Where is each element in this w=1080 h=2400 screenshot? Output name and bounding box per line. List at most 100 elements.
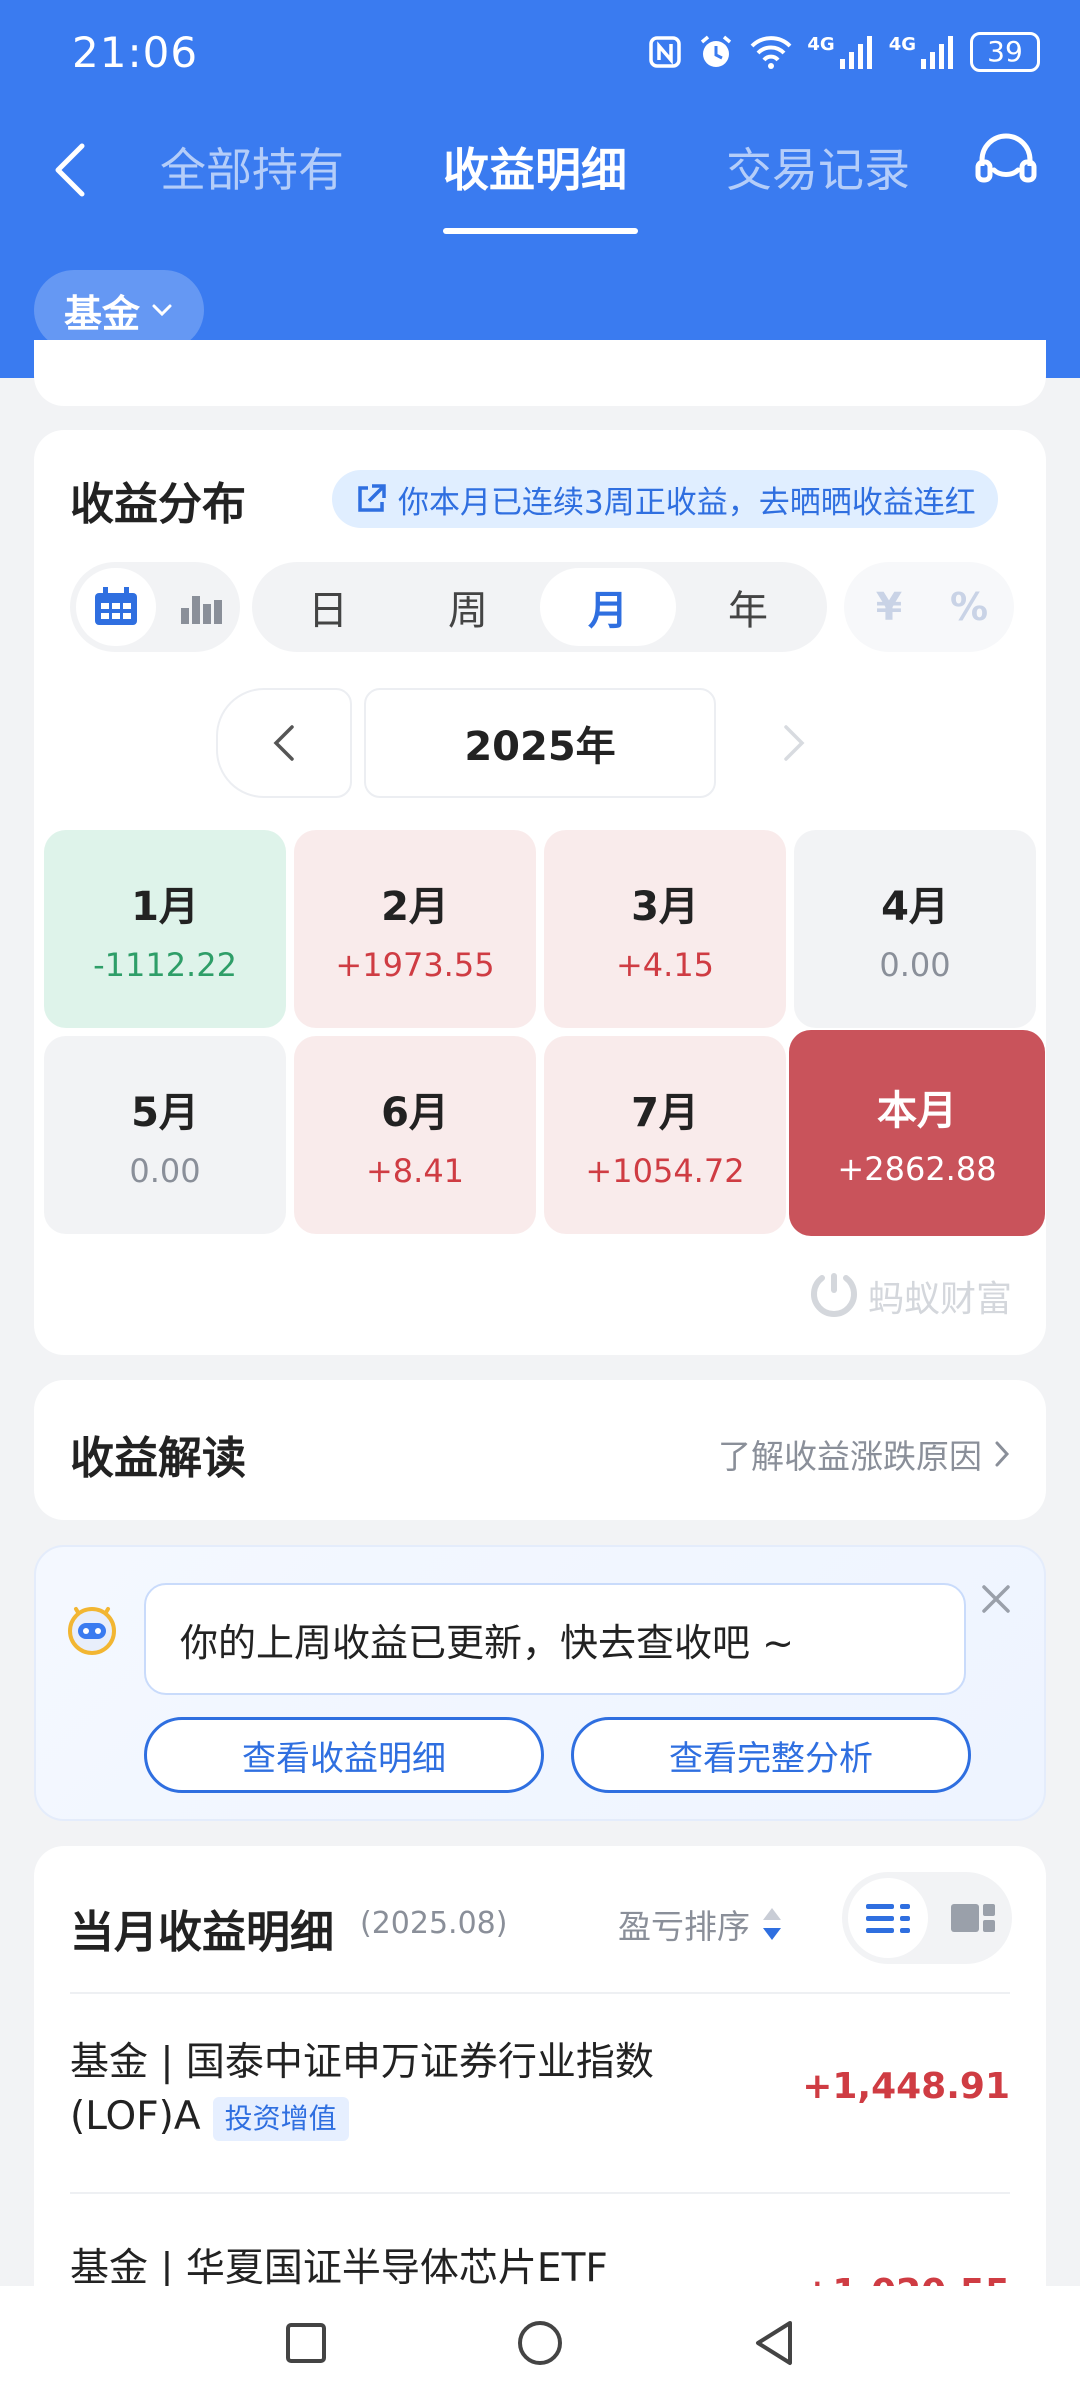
banner-text: 你本月已连续3周正收益，去晒晒收益连红 [398, 484, 976, 521]
status-bar: 21:06 4G 4G 39 [72, 28, 1040, 77]
distribution-title: 收益分布 [70, 479, 246, 530]
bar-chart-view-button[interactable] [166, 568, 236, 646]
holding-row[interactable]: 基金 | 国泰中证申万证券行业指数 (LOF)A 投资增值 +1,448.91 [70, 2036, 1010, 2144]
signal1-icon [839, 36, 872, 69]
month-cell[interactable]: 1月 -1112.22 [44, 830, 286, 1028]
unit-amount-button[interactable]: ¥ [850, 568, 928, 646]
chevron-down-icon [152, 304, 172, 317]
period-week[interactable]: 周 [400, 568, 536, 646]
month-value: 0.00 [879, 946, 951, 984]
interpretation-link[interactable]: 了解收益涨跌原因 [718, 1430, 1010, 1478]
monthly-detail-title: 当月收益明细 [70, 1907, 334, 1958]
earnings-distribution-card: 收益分布 你本月已连续3周正收益，去晒晒收益连红 日 周 月 年 ¥ % 202… [34, 430, 1046, 1355]
month-cell[interactable]: 7月 +1054.72 [544, 1036, 786, 1234]
status-icons: 4G 4G 39 [647, 32, 1040, 72]
card-view-icon [951, 1904, 995, 1932]
month-label: 6月 [381, 1090, 449, 1136]
calendar-view-button[interactable] [76, 568, 156, 646]
divider [70, 1992, 1010, 1994]
month-value: +8.41 [365, 1152, 465, 1190]
streak-share-banner[interactable]: 你本月已连续3周正收益，去晒晒收益连红 [332, 470, 998, 528]
month-value: -1112.22 [93, 946, 237, 984]
next-year-button[interactable] [726, 688, 862, 798]
network1-label: 4G [807, 33, 835, 55]
calendar-icon [95, 587, 137, 625]
notice-message: 你的上周收益已更新，快去查收吧 ~ [144, 1583, 966, 1695]
back-button[interactable] [40, 130, 100, 210]
month-label: 2月 [381, 884, 449, 930]
view-full-analysis-button[interactable]: 查看完整分析 [571, 1717, 971, 1793]
unit-percent-button[interactable]: % [930, 568, 1008, 646]
holding-name-line2-wrap: (LOF)A 投资增值 [70, 2090, 710, 2144]
customer-service-button[interactable] [970, 126, 1042, 198]
month-cell[interactable]: 6月 +8.41 [294, 1036, 536, 1234]
view-earnings-detail-button[interactable]: 查看收益明细 [144, 1717, 544, 1793]
period-day[interactable]: 日 [260, 568, 396, 646]
chevron-right-icon [784, 725, 805, 761]
period-selector: 日 周 月 年 [252, 562, 827, 652]
month-value: +2862.88 [837, 1150, 997, 1188]
back-triangle-icon[interactable] [752, 2319, 796, 2367]
month-cell[interactable]: 3月 +4.15 [544, 830, 786, 1028]
month-cell[interactable]: 5月 0.00 [44, 1036, 286, 1234]
period-year[interactable]: 年 [680, 568, 816, 646]
nfc-icon [649, 36, 682, 68]
summary-card-edge [34, 340, 1046, 406]
signal2-icon [921, 36, 953, 69]
tab-earnings-detail[interactable]: 收益明细 [443, 134, 627, 200]
robot-mascot-icon [68, 1607, 116, 1655]
filter-label: 基金 [64, 291, 141, 336]
top-nav: 全部持有 收益明细 交易记录 [0, 120, 1080, 240]
month-cell[interactable]: 4月 0.00 [794, 830, 1036, 1028]
month-label: 3月 [631, 884, 699, 930]
interpretation-title: 收益解读 [70, 1433, 246, 1484]
month-label: 本月 [877, 1088, 957, 1134]
bar-chart-icon [181, 596, 222, 624]
wifi-icon [750, 36, 792, 69]
month-value: +1973.55 [335, 946, 495, 984]
back-arrow-icon [55, 143, 85, 197]
tab-all-holdings[interactable]: 全部持有 [160, 134, 344, 200]
chevron-right-icon [995, 1441, 1010, 1467]
month-value: 0.00 [129, 1152, 201, 1190]
home-icon[interactable] [516, 2319, 564, 2367]
card-view-button[interactable] [938, 1878, 1008, 1958]
list-icon [866, 1904, 910, 1933]
system-navigation-bar [0, 2286, 1080, 2400]
watermark-text: 蚂蚁财富 [867, 1279, 1012, 1320]
weekly-update-notice: 你的上周收益已更新，快去查收吧 ~ 查看收益明细 查看完整分析 [34, 1545, 1046, 1821]
list-layout-toggle [842, 1872, 1012, 1964]
month-value: +1054.72 [585, 1152, 745, 1190]
holding-earnings: +1,448.91 [802, 2066, 1010, 2107]
holding-name-line2: (LOF)A [70, 2094, 201, 2139]
view-mode-toggle [70, 562, 240, 652]
month-label: 4月 [881, 884, 949, 930]
tab-transactions[interactable]: 交易记录 [726, 134, 910, 200]
recent-apps-icon[interactable] [284, 2321, 328, 2365]
chevron-left-icon [273, 725, 294, 761]
divider [70, 2192, 1010, 2194]
profit-sort-button[interactable]: 盈亏排序 [618, 1900, 784, 1948]
close-notice-button[interactable] [976, 1579, 1016, 1619]
current-month-cell[interactable]: 本月 +2862.88 [789, 1030, 1045, 1236]
previous-year-button[interactable] [216, 688, 352, 798]
month-grid: 1月 -1112.22 2月 +1973.55 3月 +4.15 4月 0.00… [44, 830, 1046, 1236]
year-label: 2025年 [364, 688, 716, 798]
period-month[interactable]: 月 [540, 568, 676, 646]
month-cell[interactable]: 2月 +1973.55 [294, 830, 536, 1028]
list-view-button[interactable] [848, 1878, 928, 1958]
ant-fortune-watermark: 蚂蚁财富 [808, 1270, 1012, 1322]
header: 21:06 4G 4G 39 全部持有 收益明细 交易记录 基金 [0, 0, 1080, 378]
holding-name: 基金 | 国泰中证申万证券行业指数 (LOF)A 投资增值 [70, 2036, 710, 2144]
month-label: 7月 [631, 1090, 699, 1136]
network2-label: 4G [888, 33, 916, 55]
monthly-detail-date: (2025.08) [360, 1906, 508, 1941]
fund-filter-dropdown[interactable]: 基金 [34, 270, 205, 350]
month-value: +4.15 [615, 946, 715, 984]
interpretation-link-text: 了解收益涨跌原因 [718, 1437, 982, 1476]
ant-fortune-logo-icon [810, 1273, 857, 1317]
close-icon [982, 1585, 1010, 1613]
earnings-interpretation-card[interactable]: 收益解读 了解收益涨跌原因 [34, 1380, 1046, 1520]
battery-indicator: 39 [970, 32, 1040, 72]
share-link-icon [358, 484, 386, 512]
